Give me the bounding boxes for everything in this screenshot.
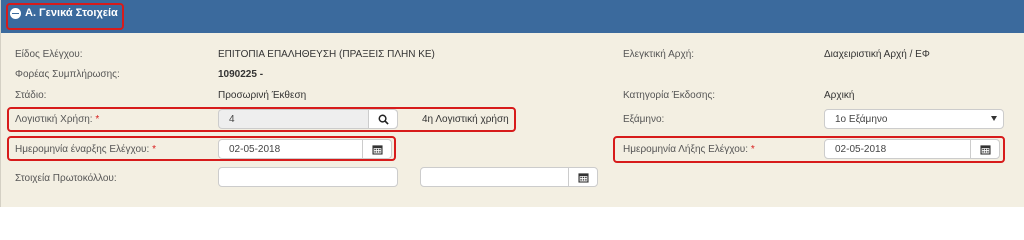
section-header[interactable] xyxy=(1,0,1024,33)
protocol-number-input[interactable] xyxy=(218,167,398,187)
protocol-date-input[interactable] xyxy=(420,167,598,187)
protocol-label: Στοιχεία Πρωτοκόλλου: xyxy=(15,173,117,184)
control-type-value: ΕΠΙΤΟΠΙΑ ΕΠΑΛΗΘΕΥΣΗ (ΠΡΑΞΕΙΣ ΠΛΗΝ ΚΕ) xyxy=(218,49,435,60)
start-date-highlight xyxy=(7,136,396,161)
body-value: 1090225 - xyxy=(218,69,264,80)
semester-selected-value: 1ο Εξάμηνο xyxy=(835,114,888,125)
fiscal-year-highlight xyxy=(7,107,516,132)
end-date-highlight xyxy=(613,136,1005,163)
stage-value: Προσωρινή Έκθεση xyxy=(218,90,307,101)
audit-authority-label: Ελεγκτική Αρχή: xyxy=(623,49,695,60)
title-highlight xyxy=(6,3,124,30)
issue-category-value: Αρχική xyxy=(824,90,855,101)
protocol-date-calendar-button[interactable] xyxy=(568,168,597,186)
chevron-down-icon xyxy=(991,116,997,121)
control-type-label: Είδος Ελέγχου: xyxy=(15,49,83,60)
body-label: Φορέας Συμπλήρωσης: xyxy=(15,69,120,80)
calendar-icon xyxy=(577,172,589,183)
general-info-panel: Α. Γενικά Στοιχεία Είδος Ελέγχου: ΕΠΙΤΟΠ… xyxy=(0,0,1024,207)
stage-label: Στάδιο: xyxy=(15,90,47,101)
semester-label: Εξάμηνο: xyxy=(623,114,665,125)
issue-category-label: Κατηγορία Έκδοσης: xyxy=(623,90,716,101)
semester-select[interactable]: 1ο Εξάμηνο xyxy=(824,109,1004,129)
audit-authority-value: Διαχειριστική Αρχή / ΕΦ xyxy=(824,49,930,60)
